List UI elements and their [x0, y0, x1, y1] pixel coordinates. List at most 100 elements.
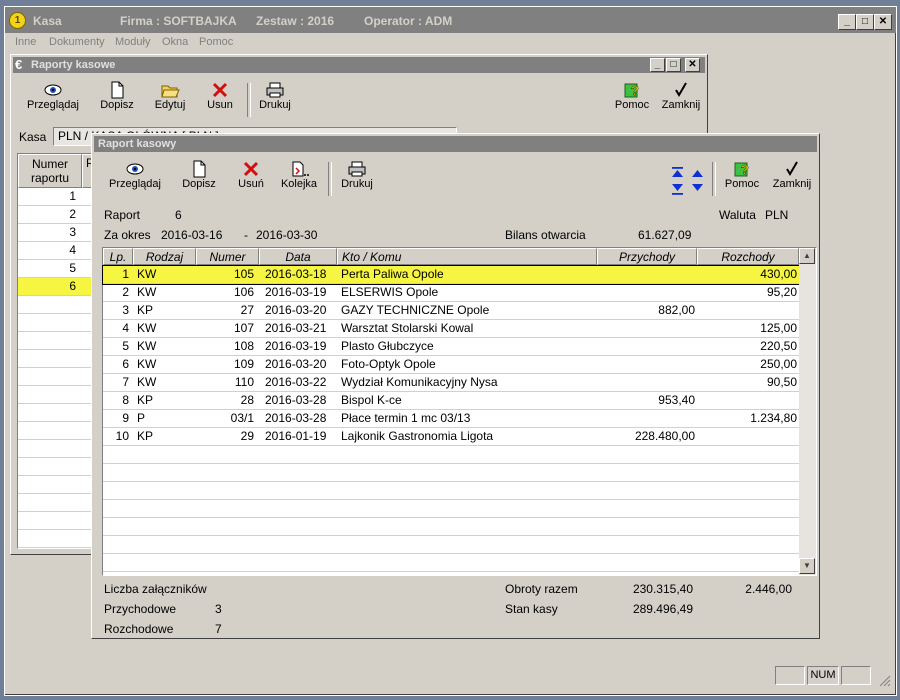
operation-row[interactable]: [103, 482, 799, 500]
col-data[interactable]: Data: [259, 248, 337, 265]
raporty-grid[interactable]: Numer raportu P 123456: [17, 153, 99, 549]
raporty-row[interactable]: 3: [18, 224, 98, 242]
cell-kto: ELSERWIS Opole: [341, 285, 439, 299]
operation-row[interactable]: 2 KW 106 2016-03-19 ELSERWIS Opole 95,20: [103, 284, 799, 302]
col-rodzaj[interactable]: Rodzaj: [133, 248, 196, 265]
raporty-row[interactable]: [18, 494, 98, 512]
menu-pomoc[interactable]: Pomoc: [199, 36, 233, 48]
raport-dopisz-button[interactable]: Dopisz: [179, 160, 219, 190]
previous-record-icon[interactable]: [692, 170, 703, 177]
raporty-row[interactable]: [18, 530, 98, 548]
operation-row[interactable]: 9 P 03/1 2016-03-28 Płace termin 1 mc 03/13 1…: [103, 410, 799, 428]
raport-drukuj-button[interactable]: Drukuj: [337, 160, 377, 190]
raport-pomoc-button[interactable]: ? Pomoc: [722, 160, 762, 190]
raporty-drukuj-button[interactable]: Drukuj: [255, 81, 295, 111]
cell-rodzaj: KP: [137, 303, 154, 317]
rozchodowe-value: 7: [215, 622, 222, 636]
operation-row[interactable]: [103, 554, 799, 572]
raporty-row[interactable]: [18, 422, 98, 440]
cell-rozchody: 125,00: [760, 321, 797, 335]
raporty-pomoc-button[interactable]: ? Pomoc: [612, 81, 652, 111]
raporty-row[interactable]: 2: [18, 206, 98, 224]
raporty-row[interactable]: [18, 296, 98, 314]
raporty-row[interactable]: 5: [18, 260, 98, 278]
app-logo-icon: 1: [9, 12, 26, 29]
raporty-row[interactable]: [18, 368, 98, 386]
operation-row[interactable]: [103, 536, 799, 554]
operation-row[interactable]: 3 KP 27 2016-03-20 GAZY TECHNICZNE Opole 882,…: [103, 302, 799, 320]
last-record-icon[interactable]: [672, 184, 683, 195]
menu-bar: Inne Dokumenty Moduły Okna Pomoc: [5, 33, 896, 53]
first-record-icon[interactable]: [672, 167, 683, 177]
menu-moduly[interactable]: Moduły: [115, 36, 150, 48]
operation-row[interactable]: 7 KW 110 2016-03-22 Wydział Komunikacyjny Ny…: [103, 374, 799, 392]
raporty-zamknij-button[interactable]: Zamknij: [659, 81, 703, 111]
menu-okna[interactable]: Okna: [162, 36, 188, 48]
operation-row[interactable]: [103, 500, 799, 518]
raporty-row[interactable]: [18, 404, 98, 422]
scroll-up-icon[interactable]: ▲: [799, 248, 815, 264]
resize-grip-icon[interactable]: [877, 673, 891, 687]
raporty-close-button[interactable]: ✕: [685, 58, 700, 72]
app-title-bar[interactable]: 1 Kasa Firma : SOFTBAJKA Zestaw : 2016 O…: [5, 7, 896, 33]
operation-row[interactable]: 1 KW 105 2016-03-18 Perta Paliwa Opole 430,00: [102, 265, 800, 285]
navigation-arrows: [672, 167, 703, 195]
przychodowe-value: 3: [215, 602, 222, 616]
menu-inne[interactable]: Inne: [15, 36, 36, 48]
vertical-scrollbar[interactable]: ▲ ▼: [799, 248, 816, 575]
raporty-row[interactable]: [18, 386, 98, 404]
raporty-row[interactable]: [18, 476, 98, 494]
operation-row[interactable]: 6 KW 109 2016-03-20 Foto-Optyk Opole 250,00: [103, 356, 799, 374]
raporty-edytuj-button[interactable]: Edytuj: [150, 81, 190, 111]
cell-kto: Wydział Komunikacyjny Nysa: [341, 375, 498, 389]
raport-kolejka-button[interactable]: Kolejka: [277, 160, 321, 190]
operation-row[interactable]: 5 KW 108 2016-03-19 Plasto Głubczyce 220,50: [103, 338, 799, 356]
operation-row[interactable]: 8 KP 28 2016-03-28 Bispol K-ce 953,40: [103, 392, 799, 410]
raport-title-bar[interactable]: Raport kasowy: [94, 136, 817, 152]
col-przychody[interactable]: Przychody: [597, 248, 697, 265]
col-rozchody[interactable]: Rozchody: [697, 248, 799, 265]
raporty-row[interactable]: [18, 512, 98, 530]
raporty-dopisz-button[interactable]: Dopisz: [97, 81, 137, 111]
raporty-row[interactable]: 6: [18, 278, 98, 296]
raporty-minimize-button[interactable]: _: [650, 58, 665, 72]
cell-numer: 106: [233, 285, 254, 299]
svg-text:?: ?: [631, 83, 639, 98]
raport-usun-button[interactable]: Usuń: [233, 160, 269, 190]
scroll-down-icon[interactable]: ▼: [799, 558, 815, 574]
cell-przychody: [597, 356, 695, 373]
operation-row[interactable]: [103, 446, 799, 464]
operation-row[interactable]: [103, 464, 799, 482]
operation-row[interactable]: 10 KP 29 2016-01-19 Lajkonik Gastronomia Lig…: [103, 428, 799, 446]
menu-dokumenty[interactable]: Dokumenty: [49, 36, 105, 48]
okres-label: Za okres: [104, 228, 151, 242]
col-kto-komu[interactable]: Kto / Komu: [337, 248, 597, 265]
raporty-row[interactable]: 4: [18, 242, 98, 260]
cell-rozchody: 95,20: [766, 285, 797, 299]
bilans-value: 61.627,09: [638, 228, 692, 242]
raport-przegladaj-button[interactable]: Przeglądaj: [107, 160, 163, 190]
raporty-title-bar[interactable]: € Raporty kasowe _ □ ✕: [13, 57, 705, 73]
next-record-icon[interactable]: [692, 184, 703, 191]
cell-rozchody: 250,00: [760, 357, 797, 371]
raport-zamknij-button[interactable]: Zamknij: [770, 160, 814, 190]
raporty-maximize-button[interactable]: □: [666, 58, 681, 72]
maximize-button[interactable]: □: [856, 14, 874, 30]
raporty-row[interactable]: [18, 332, 98, 350]
col-numer-raportu[interactable]: Numer raportu: [18, 154, 82, 188]
raporty-row[interactable]: [18, 314, 98, 332]
col-lp[interactable]: Lp.: [103, 248, 133, 265]
raporty-row[interactable]: [18, 458, 98, 476]
raporty-usun-button[interactable]: Usun: [202, 81, 238, 111]
przegladaj-label: Przeglądaj: [27, 99, 79, 111]
col-numer[interactable]: Numer: [196, 248, 259, 265]
minimize-button[interactable]: _: [838, 14, 856, 30]
raporty-row[interactable]: [18, 440, 98, 458]
raporty-row[interactable]: [18, 350, 98, 368]
operations-grid[interactable]: Lp. Rodzaj Numer Data Kto / Komu Przycho…: [102, 247, 817, 576]
operation-row[interactable]: 4 KW 107 2016-03-21 Warsztat Stolarski Kowal…: [103, 320, 799, 338]
raporty-row[interactable]: 1: [18, 188, 98, 206]
raporty-przegladaj-button[interactable]: Przeglądaj: [25, 81, 81, 111]
operation-row[interactable]: [103, 518, 799, 536]
close-button[interactable]: ✕: [874, 14, 892, 30]
